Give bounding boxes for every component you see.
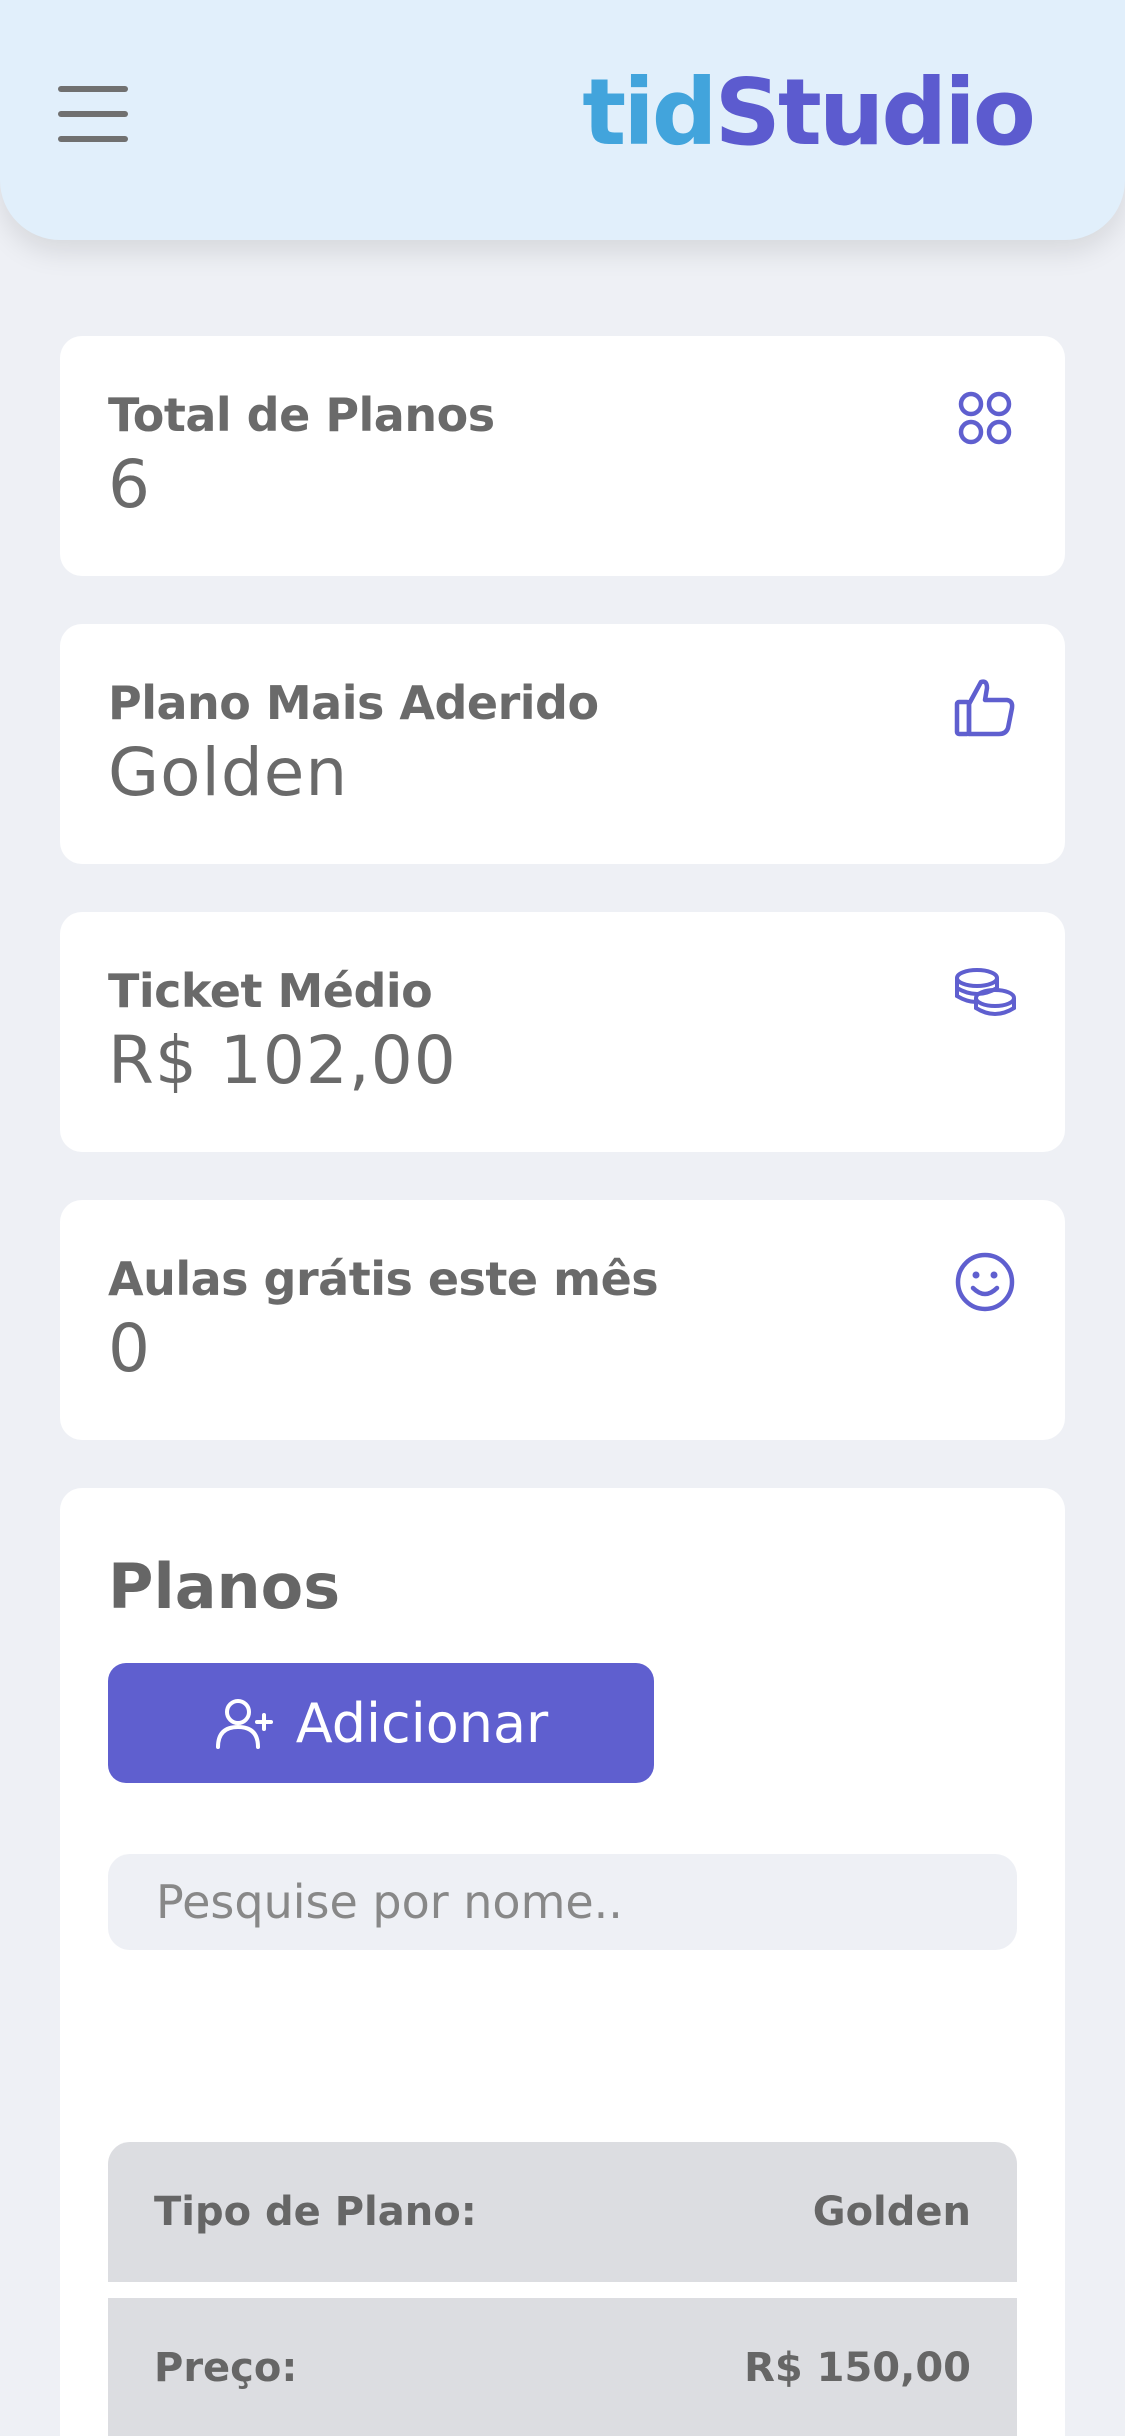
row-label: Preço: [154,2345,298,2391]
stat-label: Total de Planos [108,388,495,442]
row-value: Golden [812,2189,971,2235]
grid-circles-icon [958,391,1012,445]
stat-value: 0 [108,1310,151,1387]
table-row: Tipo de Plano: Golden [108,2142,1017,2282]
stat-card-total-plans: Total de Planos 6 [60,336,1065,576]
add-user-icon [215,1699,273,1749]
stat-label: Plano Mais Aderido [108,676,599,730]
stat-card-most-subscribed: Plano Mais Aderido Golden [60,624,1065,864]
thumbs-up-icon [954,679,1015,737]
row-value: R$ 150,00 [744,2345,971,2391]
stat-value: R$ 102,00 [108,1022,457,1099]
add-plan-label: Adicionar [295,1691,549,1755]
plans-title: Planos [108,1550,341,1623]
stat-label: Aulas grátis este mês [108,1252,659,1306]
add-plan-button[interactable]: Adicionar [108,1663,654,1783]
stat-label: Ticket Médio [108,964,433,1018]
plans-panel: Planos Adicionar Tipo de Plano: Golden P… [60,1488,1065,2436]
search-input[interactable] [108,1854,1017,1950]
stat-card-average-ticket: Ticket Médio R$ 102,00 [60,912,1065,1152]
stat-value: 6 [108,446,151,523]
menu-icon[interactable] [58,86,128,144]
app-header: tidStudio [0,0,1125,240]
smile-icon [955,1252,1015,1312]
table-row: Preço: R$ 150,00 [108,2298,1017,2436]
stat-card-free-classes: Aulas grátis este mês 0 [60,1200,1065,1440]
stat-value: Golden [108,734,349,811]
app-logo: tidStudio [582,59,1036,166]
coins-icon [955,968,1016,1016]
row-label: Tipo de Plano: [154,2189,477,2235]
